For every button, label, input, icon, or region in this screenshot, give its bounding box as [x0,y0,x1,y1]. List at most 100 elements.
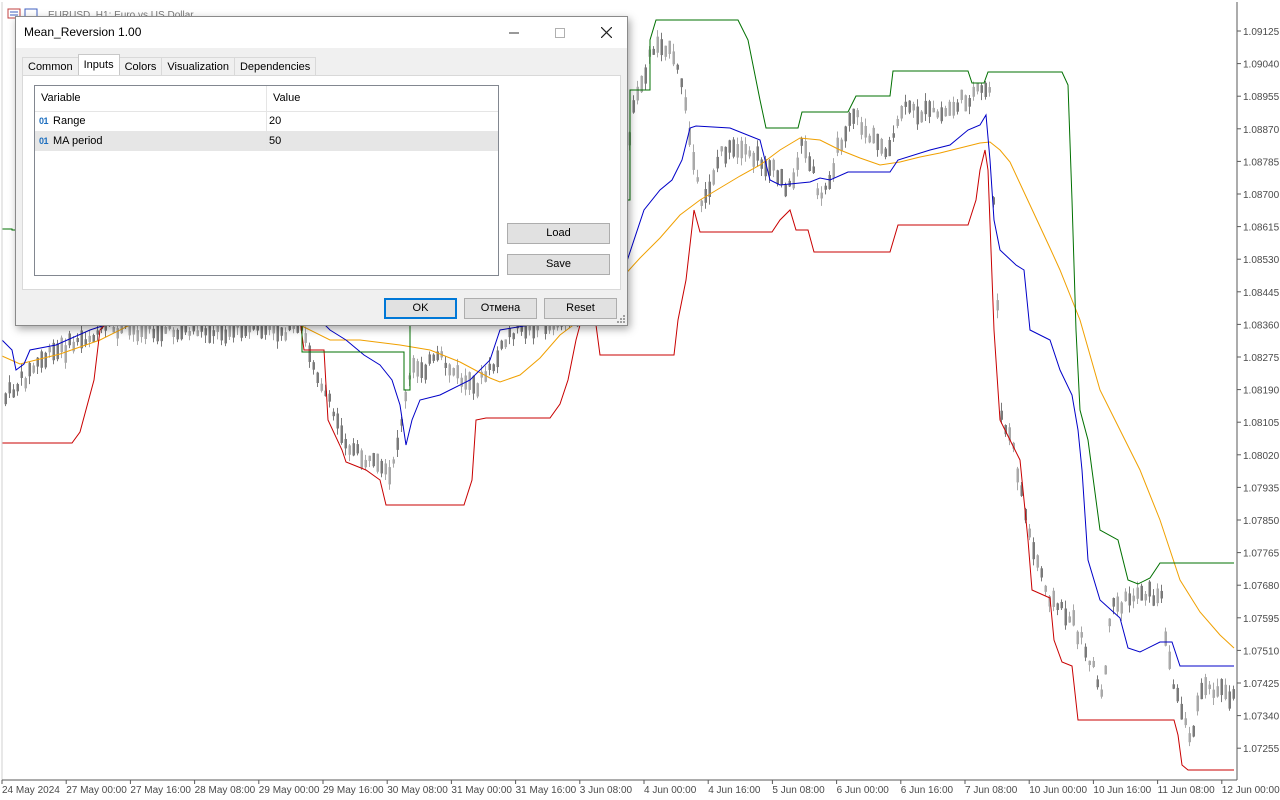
dialog-titlebar[interactable]: Mean_Reversion 1.00 [16,17,627,48]
candle-body [1032,542,1035,560]
candle-body [932,107,935,113]
time-tick-label: 29 May 00:00 [259,785,320,796]
candle-body [20,371,23,378]
candle-body [864,125,867,138]
candle-body [844,126,847,142]
candle-body [500,340,503,349]
time-tick-label: 11 Jun 08:00 [1158,785,1216,796]
resize-grip-icon[interactable] [617,315,625,323]
candle-body [812,166,815,174]
candle-body [1056,603,1059,611]
candle-body [24,378,27,389]
candle-body [824,185,827,190]
candle-body [948,101,951,116]
candle-body [724,146,727,164]
candle-body [756,146,759,161]
candle-body [644,67,647,84]
candle-body [396,437,399,450]
candle-body [656,36,659,53]
price-tick-label: 1.08870 [1243,125,1280,136]
table-row[interactable]: 01 Range 20 [35,111,498,131]
candle-body [12,389,15,398]
candle-body [32,365,35,373]
candle-body [320,383,323,391]
tab-colors[interactable]: Colors [118,57,163,75]
ok-button[interactable]: OK [384,298,457,319]
time-tick-label: 27 May 16:00 [130,785,191,796]
candle-body [980,85,983,93]
column-header-value[interactable]: Value [267,86,498,111]
candle-body [452,368,455,376]
candle-body [448,364,451,376]
candle-body [280,327,283,336]
candle-body [332,411,335,417]
time-tick-label: 31 May 00:00 [451,785,512,796]
table-row[interactable]: 01 MA period 50 [35,131,498,151]
candle-body [356,444,359,454]
tab-common[interactable]: Common [22,57,79,75]
close-button[interactable] [583,17,629,48]
tab-visualization[interactable]: Visualization [161,57,235,75]
reset-button[interactable]: Reset [544,298,617,319]
cancel-button[interactable]: Отмена [464,298,537,319]
candle-body [388,467,391,485]
time-tick-label: 24 May 2024 [2,785,60,796]
candle-body [1180,703,1183,720]
price-tick-label: 1.07595 [1243,614,1280,625]
candle-body [392,459,395,464]
candle-body [1232,689,1235,699]
price-tick-label: 1.08445 [1243,288,1280,299]
candle-body [308,345,311,362]
column-header-variable[interactable]: Variable [35,86,267,111]
candle-body [1096,679,1099,688]
candle-body [92,335,95,343]
candle-body [1112,598,1115,607]
candle-body [736,144,739,158]
candle-body [832,163,835,178]
table-header: Variable Value [35,86,498,112]
candle-body [1104,665,1107,675]
candle-body [260,326,263,339]
candle-body [316,372,319,384]
candle-body [1208,684,1211,690]
candle-body [1212,689,1215,698]
candle-body [776,170,779,185]
candle-body [76,337,79,343]
price-tick-label: 1.07850 [1243,516,1280,527]
load-button[interactable]: Load [507,223,610,244]
candle-body [1224,684,1227,700]
candle-body [1160,590,1163,599]
candle-body [1116,596,1119,612]
candle-body [364,459,367,468]
dialog-tabs: Common Inputs Colors Visualization Depen… [22,54,317,76]
time-tick-label: 27 May 00:00 [66,785,127,796]
candle-body [968,98,971,107]
value-cell[interactable]: 20 [267,111,498,131]
candle-body [868,135,871,143]
value-cell[interactable]: 50 [267,131,498,151]
candle-body [416,361,419,377]
candle-body [188,330,191,336]
candle-body [1080,632,1083,638]
candle-body [208,325,211,343]
candle-body [972,86,975,97]
candle-body [1072,610,1075,626]
candle-body [660,39,663,56]
tab-dependencies[interactable]: Dependencies [233,57,317,75]
candle-body [976,83,979,92]
candle-body [744,144,747,155]
time-tick-label: 10 Jun 00:00 [1029,785,1087,796]
candle-body [1168,651,1171,669]
candle-body [312,362,315,370]
candle-body [44,352,47,368]
candle-body [680,78,683,88]
candle-body [204,328,207,336]
candle-body [276,325,279,342]
candle-body [808,156,811,172]
price-tick-label: 1.07510 [1243,646,1280,657]
candle-body [1068,616,1071,623]
save-button[interactable]: Save [507,254,610,275]
candle-body [1000,410,1003,420]
minimize-button[interactable] [491,17,537,48]
tab-inputs[interactable]: Inputs [77,54,120,75]
